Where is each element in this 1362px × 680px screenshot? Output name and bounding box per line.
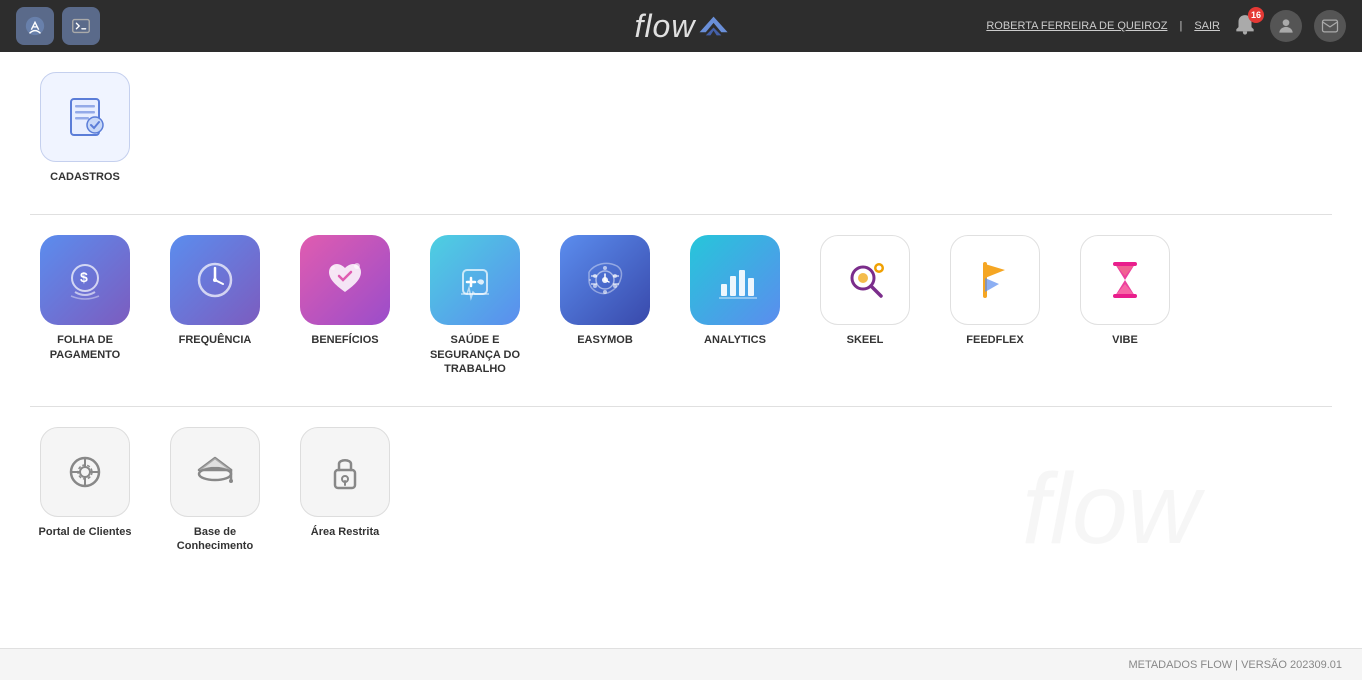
app-saude[interactable]: SAÚDE E SEGURANÇA DO TRABALHO bbox=[420, 235, 530, 376]
app-base[interactable]: Base de Conhecimento bbox=[160, 427, 270, 554]
watermark: flow bbox=[1022, 463, 1322, 588]
svg-text:flow: flow bbox=[1022, 463, 1206, 565]
app-analytics[interactable]: ANALYTICS bbox=[680, 235, 790, 376]
analytics-label: ANALYTICS bbox=[704, 333, 766, 347]
footer: METADADOS FLOW | VERSÃO 202309.01 bbox=[0, 648, 1362, 680]
app-easymob[interactable]: EASYMOB bbox=[550, 235, 660, 376]
user-name[interactable]: ROBERTA FERREIRA DE QUEIROZ bbox=[986, 20, 1167, 32]
saude-label: SAÚDE E SEGURANÇA DO TRABALHO bbox=[420, 333, 530, 376]
skeel-label: SKEEL bbox=[847, 333, 884, 347]
app-restrita[interactable]: Área Restrita bbox=[290, 427, 400, 554]
vibe-label: VIBE bbox=[1112, 333, 1138, 347]
app-beneficios[interactable]: BENEFÍCIOS bbox=[290, 235, 400, 376]
sair-link[interactable]: SAIR bbox=[1194, 20, 1220, 32]
base-icon-wrap bbox=[170, 427, 260, 517]
footer-text: METADADOS FLOW | VERSÃO 202309.01 bbox=[1128, 659, 1342, 671]
cadastros-icon-wrap bbox=[40, 72, 130, 162]
cadastros-section: CADASTROS bbox=[30, 72, 1332, 204]
analytics-icon-wrap bbox=[690, 235, 780, 325]
notification-button[interactable]: 16 bbox=[1232, 13, 1258, 39]
header-right: ROBERTA FERREIRA DE QUEIROZ | SAIR 16 bbox=[986, 10, 1346, 42]
folha-label: FOLHA DE PAGAMENTO bbox=[30, 333, 140, 362]
beneficios-icon-wrap bbox=[300, 235, 390, 325]
restrita-icon-wrap bbox=[300, 427, 390, 517]
main-content: CADASTROS $ FOLHA DE PAGAMENTO bbox=[0, 52, 1362, 648]
home-button[interactable] bbox=[16, 7, 54, 45]
svg-text:$: $ bbox=[80, 269, 88, 285]
portal-label: Portal de Clientes bbox=[39, 525, 132, 539]
base-label: Base de Conhecimento bbox=[160, 525, 270, 554]
app-cadastros[interactable]: CADASTROS bbox=[30, 72, 140, 184]
skeel-icon-wrap bbox=[820, 235, 910, 325]
terminal-button[interactable] bbox=[62, 7, 100, 45]
frequencia-label: FREQUÊNCIA bbox=[179, 333, 252, 347]
beneficios-label: BENEFÍCIOS bbox=[311, 333, 378, 347]
app-skeel[interactable]: SKEEL bbox=[810, 235, 920, 376]
mail-button[interactable] bbox=[1314, 10, 1346, 42]
notification-badge: 16 bbox=[1248, 7, 1264, 23]
app-frequencia[interactable]: FREQUÊNCIA bbox=[160, 235, 270, 376]
divider-2 bbox=[30, 406, 1332, 407]
feedflex-icon-wrap bbox=[950, 235, 1040, 325]
header-left bbox=[16, 7, 100, 45]
logo-icon bbox=[699, 16, 727, 36]
easymob-label: EASYMOB bbox=[577, 333, 633, 347]
cadastros-label: CADASTROS bbox=[50, 170, 120, 184]
logo-text: flow bbox=[635, 8, 696, 45]
app-portal[interactable]: Portal de Clientes bbox=[30, 427, 140, 554]
app-folha[interactable]: $ FOLHA DE PAGAMENTO bbox=[30, 235, 140, 376]
apps-section: $ FOLHA DE PAGAMENTO FREQUÊNCIA bbox=[30, 235, 1332, 396]
app-feedflex[interactable]: FEEDFLEX bbox=[940, 235, 1050, 376]
restrita-label: Área Restrita bbox=[311, 525, 379, 539]
feedflex-label: FEEDFLEX bbox=[966, 333, 1023, 347]
logo: flow bbox=[635, 8, 728, 45]
vibe-icon-wrap bbox=[1080, 235, 1170, 325]
app-vibe[interactable]: VIBE bbox=[1070, 235, 1180, 376]
divider-1 bbox=[30, 214, 1332, 215]
easymob-icon-wrap bbox=[560, 235, 650, 325]
saude-icon-wrap bbox=[430, 235, 520, 325]
portal-icon-wrap bbox=[40, 427, 130, 517]
frequencia-icon-wrap bbox=[170, 235, 260, 325]
user-avatar-button[interactable] bbox=[1270, 10, 1302, 42]
folha-icon-wrap: $ bbox=[40, 235, 130, 325]
header: flow ROBERTA FERREIRA DE QUEIROZ | SAIR … bbox=[0, 0, 1362, 52]
